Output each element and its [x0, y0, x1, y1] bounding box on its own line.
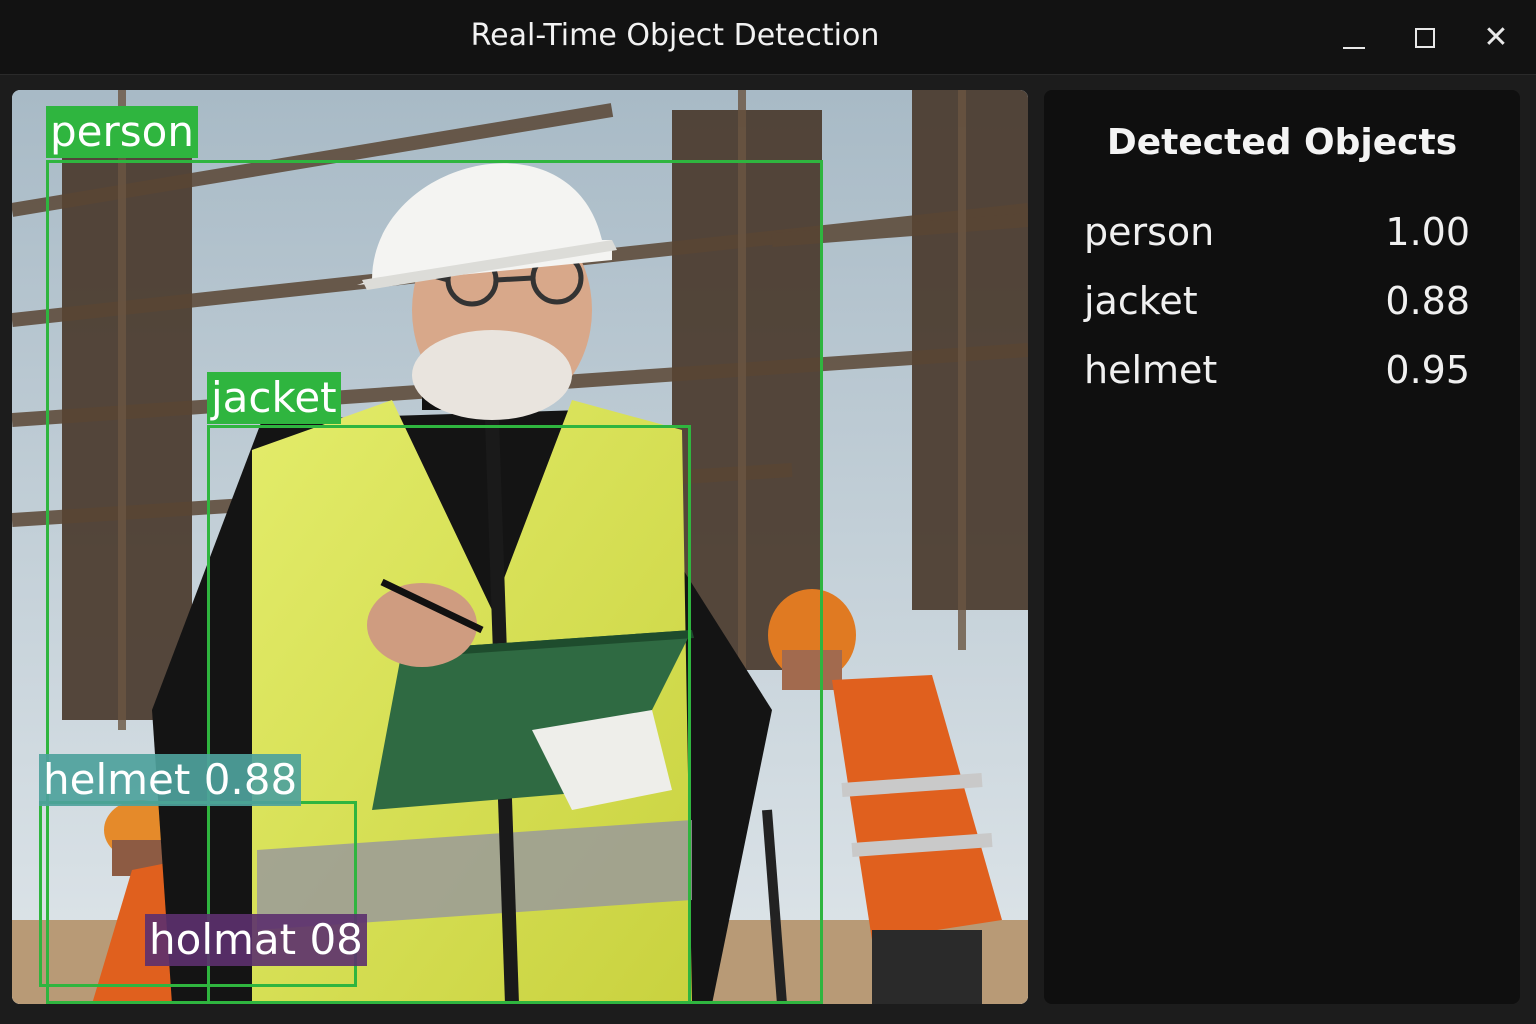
maximize-button[interactable]	[1407, 20, 1443, 56]
app-window: Real-Time Object Detection ✕ person jack…	[0, 0, 1536, 1024]
detected-objects-panel: Detected Objects person 1.00 jacket 0.88…	[1044, 90, 1520, 1004]
close-icon: ✕	[1483, 20, 1509, 55]
object-score: 0.95	[1385, 348, 1470, 392]
object-name: person	[1084, 210, 1215, 254]
maximize-icon	[1415, 28, 1435, 48]
bbox-label-jacket: jacket	[207, 372, 341, 424]
object-score: 0.88	[1385, 279, 1470, 323]
minimize-icon	[1343, 47, 1365, 49]
window-title: Real-Time Object Detection	[470, 18, 880, 53]
detections-list: person 1.00 jacket 0.88 helmet 0.95	[1084, 210, 1470, 417]
panel-title: Detected Objects	[1106, 122, 1458, 163]
list-item[interactable]: person 1.00	[1084, 210, 1470, 279]
object-name: helmet	[1084, 348, 1218, 392]
list-item[interactable]: helmet 0.95	[1084, 348, 1470, 417]
close-button[interactable]: ✕	[1478, 20, 1514, 56]
object-score: 1.00	[1385, 210, 1470, 254]
bbox-label-person: person	[46, 106, 198, 158]
bbox-label-holmat: holmat 08	[145, 914, 367, 966]
list-item[interactable]: jacket 0.88	[1084, 279, 1470, 348]
camera-feed: person jacket helmet 0.88 holmat 08	[12, 90, 1028, 1004]
object-name: jacket	[1084, 279, 1198, 323]
bbox-label-helmet: helmet 0.88	[39, 754, 302, 806]
minimize-button[interactable]	[1336, 20, 1372, 56]
title-bar[interactable]: Real-Time Object Detection ✕	[0, 0, 1536, 75]
